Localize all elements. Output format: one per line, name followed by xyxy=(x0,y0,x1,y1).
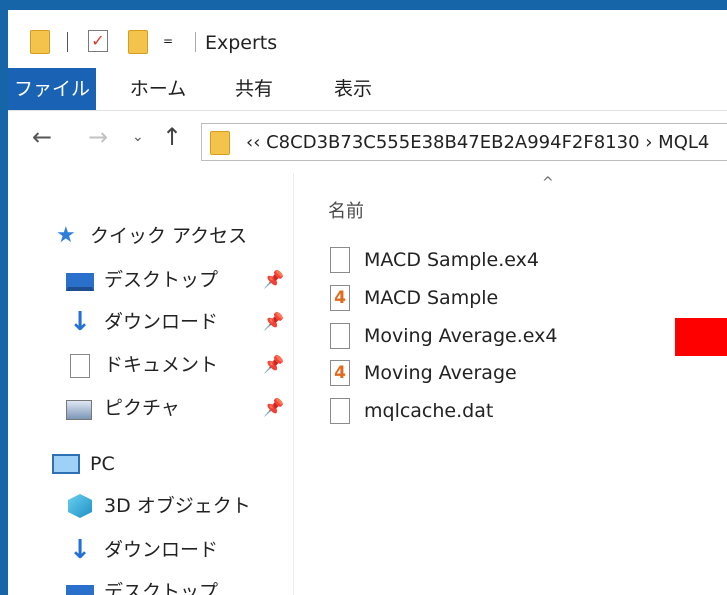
navigation-pane: ★ クイック アクセス デスクトップ 📌 ↓ ダウンロード 📌 ドキュメント 📌… xyxy=(8,173,294,595)
file-name: Moving Average.ex4 xyxy=(364,325,558,347)
desktop-icon xyxy=(66,585,94,595)
sidebar-item-downloads[interactable]: ↓ ダウンロード 📌 xyxy=(8,305,293,339)
explorer-window: ✓ = Experts ファイル ホーム 共有 表示 ← → ⌄ ↑ ‹‹ C8… xyxy=(8,10,727,595)
column-header-name[interactable]: 名前 xyxy=(328,197,364,223)
tab-home[interactable]: ホーム xyxy=(118,68,198,110)
sidebar-item-label: ドキュメント xyxy=(104,354,219,376)
address-bar[interactable]: ‹‹ C8CD3B73C555E38B47EB2A994F2F8130 › MQ… xyxy=(201,123,727,161)
sort-ascending-icon: ^ xyxy=(542,175,554,191)
sidebar-item-label: ピクチャ xyxy=(104,397,180,419)
sidebar-item-pc[interactable]: PC xyxy=(52,447,282,481)
sidebar-item-pictures[interactable]: ピクチャ 📌 xyxy=(8,391,293,425)
star-icon: ★ xyxy=(56,223,76,248)
sidebar-item-desktop-pc[interactable]: デスクトップ xyxy=(8,575,293,595)
new-folder-icon[interactable] xyxy=(128,30,148,54)
file-name: Moving Average xyxy=(364,362,517,384)
sidebar-item-quick-access[interactable]: ★ クイック アクセス xyxy=(56,219,286,253)
highlight-marker xyxy=(675,318,727,356)
sidebar-item-documents[interactable]: ドキュメント 📌 xyxy=(8,348,293,382)
sidebar-item-downloads-pc[interactable]: ↓ ダウンロード xyxy=(8,533,293,567)
title-divider xyxy=(195,32,196,52)
sidebar-item-3d-objects[interactable]: 3D オブジェクト xyxy=(8,489,293,523)
documents-icon xyxy=(70,354,90,378)
mq4-file-icon: 4 xyxy=(330,360,350,386)
tab-file[interactable]: ファイル xyxy=(8,68,96,110)
file-name: MACD Sample.ex4 xyxy=(364,249,539,271)
customize-toolbar-icon[interactable]: = xyxy=(163,35,173,47)
window-title: Experts xyxy=(205,32,278,54)
file-icon xyxy=(330,323,350,349)
pin-icon[interactable]: 📌 xyxy=(263,263,284,297)
sidebar-item-desktop[interactable]: デスクトップ 📌 xyxy=(8,263,293,297)
tab-share[interactable]: 共有 xyxy=(222,68,286,110)
up-button[interactable]: ↑ xyxy=(162,125,182,149)
pin-icon[interactable]: 📌 xyxy=(263,348,284,382)
pictures-icon xyxy=(66,400,92,420)
folder-icon xyxy=(210,131,230,155)
sidebar-item-label: デスクトップ xyxy=(104,269,219,291)
address-path: ‹‹ C8CD3B73C555E38B47EB2A994F2F8130 › MQ… xyxy=(246,132,710,153)
3d-objects-icon xyxy=(68,494,92,518)
sidebar-item-label: 3D オブジェクト xyxy=(104,495,251,517)
sidebar-item-label: ダウンロード xyxy=(104,311,219,333)
file-icon xyxy=(330,247,350,273)
forward-button[interactable]: → xyxy=(88,125,108,149)
sidebar-item-label: PC xyxy=(90,453,115,475)
sidebar-item-label: ダウンロード xyxy=(104,539,219,561)
folder-icon xyxy=(30,30,50,54)
sidebar-item-label: デスクトップ xyxy=(104,581,219,595)
file-name: mqlcache.dat xyxy=(364,400,494,422)
ribbon-tabs: ファイル ホーム 共有 表示 xyxy=(8,68,727,111)
file-icon xyxy=(330,398,350,424)
pc-icon xyxy=(52,454,80,474)
properties-icon[interactable]: ✓ xyxy=(88,30,108,52)
file-name: MACD Sample xyxy=(364,287,499,309)
navigation-bar: ← → ⌄ ↑ ‹‹ C8CD3B73C555E38B47EB2A994F2F8… xyxy=(8,111,727,173)
sidebar-item-label: クイック アクセス xyxy=(90,225,248,247)
check-glyph: ✓ xyxy=(91,31,105,50)
download-icon: ↓ xyxy=(69,535,91,565)
back-button[interactable]: ← xyxy=(32,125,52,149)
mq4-file-icon: 4 xyxy=(330,285,350,311)
pin-icon[interactable]: 📌 xyxy=(263,305,284,339)
file-list: ^ 名前 MACD Sample.ex4 4 MACD Sample Movin… xyxy=(294,173,727,595)
recent-locations-button[interactable]: ⌄ xyxy=(132,130,144,144)
pin-icon[interactable]: 📌 xyxy=(263,391,284,425)
desktop-icon xyxy=(66,273,94,291)
download-icon: ↓ xyxy=(69,307,91,337)
toolbar-divider xyxy=(67,32,68,52)
title-bar: ✓ = Experts xyxy=(8,10,727,68)
tab-view[interactable]: 表示 xyxy=(318,68,388,110)
